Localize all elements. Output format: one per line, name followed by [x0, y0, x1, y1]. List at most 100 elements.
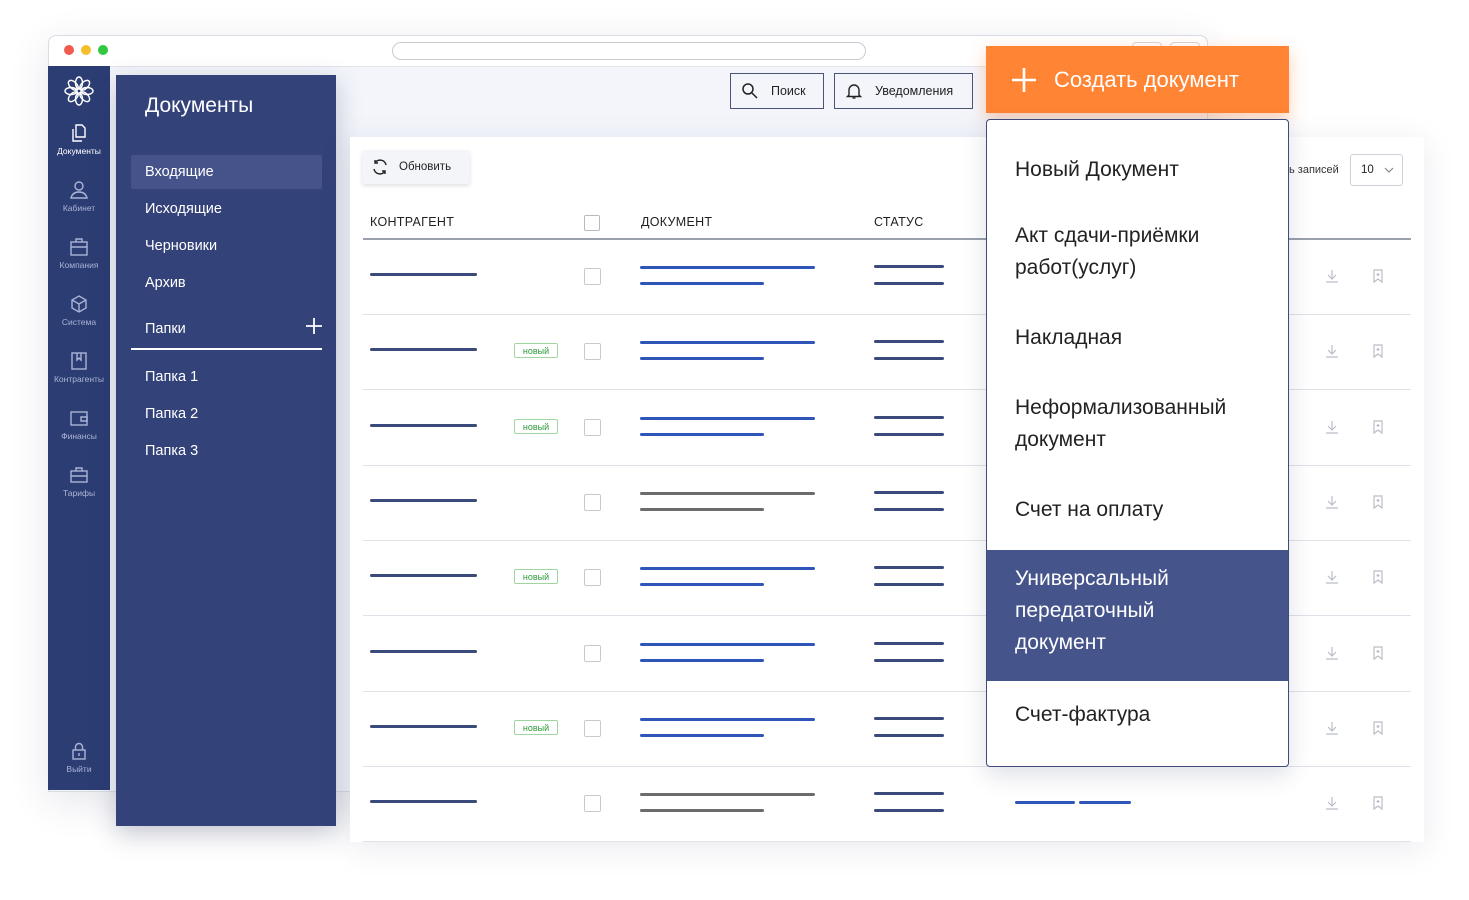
bookmark-icon[interactable] — [1370, 343, 1386, 359]
refresh-button[interactable]: Обновить — [362, 150, 470, 184]
user-icon — [70, 181, 88, 199]
logout-label: Выйти — [66, 764, 92, 774]
add-folder-icon[interactable] — [305, 317, 323, 335]
document-subtitle-placeholder — [640, 658, 764, 662]
column-header-document[interactable]: ДОКУМЕНТ — [641, 215, 712, 229]
select-all-checkbox[interactable] — [584, 215, 600, 231]
row-checkbox[interactable] — [584, 343, 601, 361]
column-header-status[interactable]: СТАТУС — [874, 215, 924, 229]
download-icon[interactable] — [1324, 494, 1340, 510]
download-icon[interactable] — [1324, 795, 1340, 811]
records-per-page-select[interactable]: 10 — [1350, 154, 1403, 186]
status-placeholder — [874, 432, 944, 436]
documents-nav-panel: Документы Входящие Исходящие Черновики А… — [116, 75, 336, 826]
rail-item-tariffs[interactable]: Тарифы — [48, 465, 110, 498]
menu-item-tax-invoice[interactable]: Счет-фактура — [987, 699, 1288, 731]
folder-item-1[interactable]: Папка 1 — [131, 360, 322, 394]
document-title-placeholder[interactable] — [640, 793, 815, 797]
document-title-placeholder[interactable] — [640, 567, 815, 571]
notifications-button[interactable]: Уведомления — [834, 73, 973, 109]
document-title-placeholder[interactable] — [640, 341, 815, 345]
folder-item-3[interactable]: Папка 3 — [131, 434, 322, 468]
new-badge: новый — [514, 719, 558, 735]
document-title-placeholder[interactable] — [640, 491, 815, 495]
download-icon[interactable] — [1324, 645, 1340, 661]
rail-item-label: Компания — [59, 260, 99, 270]
folders-heading: Папки — [145, 321, 186, 337]
status-placeholder — [874, 282, 944, 285]
download-icon[interactable] — [1324, 419, 1340, 435]
nav-title: Документы — [145, 94, 254, 117]
row-checkbox[interactable] — [584, 569, 601, 587]
status-placeholder — [874, 415, 944, 419]
document-subtitle-placeholder — [640, 507, 764, 511]
rail-item-documents[interactable]: Документы — [48, 123, 110, 156]
document-subtitle-placeholder — [640, 282, 764, 285]
row-checkbox[interactable] — [584, 268, 601, 285]
download-icon[interactable] — [1324, 569, 1340, 585]
document-title-placeholder[interactable] — [640, 416, 815, 420]
column-header-contractor[interactable]: КОНТРАГЕНТ — [370, 215, 454, 229]
document-title-placeholder[interactable] — [640, 266, 815, 269]
row-checkbox[interactable] — [584, 644, 601, 662]
create-document-button[interactable]: Создать документ — [986, 46, 1289, 113]
document-title-placeholder[interactable] — [640, 642, 815, 646]
row-checkbox[interactable] — [584, 493, 601, 511]
minimize-window-button[interactable] — [81, 45, 91, 55]
folder-item-2[interactable]: Папка 2 — [131, 397, 322, 431]
row-checkbox[interactable] — [584, 795, 601, 813]
rail-item-cabinet[interactable]: Кабинет — [48, 180, 110, 213]
nav-item-incoming[interactable]: Входящие — [131, 155, 322, 189]
menu-item-invoice-payment[interactable]: Счет на оплату — [987, 494, 1288, 526]
row-checkbox[interactable] — [584, 719, 601, 737]
document-subtitle-placeholder — [640, 583, 764, 587]
status-placeholder — [874, 641, 944, 645]
notifications-button-label: Уведомления — [875, 84, 954, 98]
contractor-placeholder — [370, 574, 477, 578]
menu-item-waybill[interactable]: Накладная — [987, 322, 1288, 354]
bookmark-icon[interactable] — [1370, 494, 1386, 510]
table-row[interactable] — [363, 766, 1411, 843]
row-checkbox[interactable] — [584, 418, 601, 436]
bookmark-icon[interactable] — [1370, 645, 1386, 661]
status-placeholder — [874, 566, 944, 570]
nav-item-outgoing[interactable]: Исходящие — [131, 192, 322, 226]
app-rail: Документы Кабинет Компания Система Контр… — [48, 66, 110, 790]
bookmark-icon[interactable] — [1370, 795, 1386, 811]
rail-item-company[interactable]: Компания — [48, 237, 110, 270]
cube-icon — [71, 295, 87, 313]
date-placeholder — [1015, 801, 1075, 805]
rail-item-contractors[interactable]: Контрагенты — [48, 351, 110, 384]
close-window-button[interactable] — [64, 45, 74, 55]
rail-item-label: Контрагенты — [53, 374, 105, 384]
status-placeholder — [874, 583, 944, 587]
bookmark-icon[interactable] — [1370, 268, 1386, 284]
status-placeholder — [874, 809, 944, 813]
document-subtitle-placeholder — [640, 733, 764, 737]
document-title-placeholder[interactable] — [640, 717, 815, 721]
maximize-window-button[interactable] — [98, 45, 108, 55]
search-button[interactable]: Поиск — [730, 73, 824, 109]
menu-item-act[interactable]: Акт сдачи-приёмки работ(услуг) — [987, 220, 1277, 284]
flower-logo-icon — [64, 76, 94, 106]
documents-icon — [72, 124, 86, 142]
bookmark-icon[interactable] — [1370, 419, 1386, 435]
nav-item-drafts[interactable]: Черновики — [131, 229, 322, 263]
refresh-label: Обновить — [399, 161, 452, 173]
contractor-placeholder — [370, 423, 477, 427]
download-icon[interactable] — [1324, 268, 1340, 284]
address-bar[interactable] — [392, 42, 866, 60]
menu-item-new-document[interactable]: Новый Документ — [987, 154, 1288, 186]
status-placeholder — [874, 792, 944, 796]
download-icon[interactable] — [1324, 720, 1340, 736]
bookmark-icon[interactable] — [1370, 569, 1386, 585]
lock-icon — [72, 742, 86, 760]
logout-button[interactable]: Выйти — [48, 741, 110, 774]
bookmark-icon[interactable] — [1370, 720, 1386, 736]
download-icon[interactable] — [1324, 343, 1340, 359]
rail-item-system[interactable]: Система — [48, 294, 110, 327]
menu-item-upd[interactable]: Универсальный передаточный документ — [987, 550, 1288, 681]
menu-item-informal-document[interactable]: Неформализованный документ — [987, 392, 1277, 456]
rail-item-finance[interactable]: Финансы — [48, 408, 110, 441]
nav-item-archive[interactable]: Архив — [131, 266, 322, 300]
